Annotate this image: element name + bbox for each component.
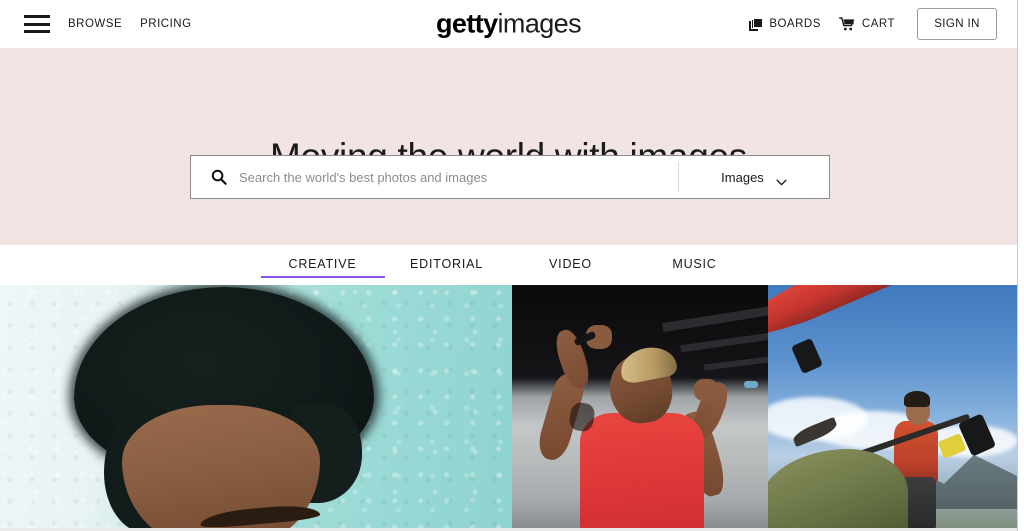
header-left-nav: BROWSE PRICING (0, 15, 192, 33)
red-top-torso (580, 413, 704, 529)
sign-in-button[interactable]: SIGN IN (917, 8, 997, 40)
tab-editorial[interactable]: EDITORIAL (385, 253, 509, 278)
tab-music[interactable]: MUSIC (633, 253, 757, 278)
ceiling-lamp (744, 381, 758, 388)
nav-pricing[interactable]: PRICING (140, 18, 191, 30)
boards-label: BOARDS (769, 18, 821, 30)
nav-browse[interactable]: BROWSE (68, 18, 122, 30)
tab-creative[interactable]: CREATIVE (260, 253, 385, 278)
hero-section: Moving the world with images Images (0, 48, 1017, 245)
logo-images-text: images (497, 8, 582, 39)
search-icon (211, 169, 227, 185)
search-input[interactable] (239, 156, 678, 198)
content-type-tabs: CREATIVE EDITORIAL VIDEO MUSIC (0, 245, 1017, 285)
search-field-group (191, 156, 678, 198)
shopping-cart-icon (839, 17, 856, 31)
header-right-nav: BOARDS CART SIGN IN (749, 0, 997, 48)
site-header: BROWSE PRICING gettyimages BOARDS CART S… (0, 0, 1017, 48)
search-type-dropdown[interactable]: Images (679, 156, 829, 198)
page-scrollbar[interactable] (1017, 0, 1024, 531)
getty-images-homepage: BROWSE PRICING gettyimages BOARDS CART S… (0, 0, 1024, 531)
chevron-down-icon (776, 174, 787, 185)
cart-label: CART (861, 18, 895, 30)
gallery-image-gym-flex[interactable] (512, 285, 768, 529)
gallery-image-kayaker[interactable] (768, 285, 1017, 529)
getty-images-logo[interactable]: gettyimages (436, 8, 582, 39)
search-bar: Images (190, 155, 830, 199)
kayaker-hair (904, 391, 930, 407)
right-fist (694, 379, 718, 401)
logo-getty-text: getty (436, 8, 498, 39)
boards-button[interactable]: BOARDS (749, 17, 821, 31)
featured-image-strip (0, 285, 1017, 529)
hamburger-icon[interactable] (24, 15, 50, 33)
gallery-image-afro-portrait[interactable] (0, 285, 512, 529)
search-type-label: Images (721, 169, 764, 185)
boards-stack-icon (749, 17, 764, 31)
tab-video[interactable]: VIDEO (509, 253, 633, 278)
cart-button[interactable]: CART (839, 17, 895, 31)
